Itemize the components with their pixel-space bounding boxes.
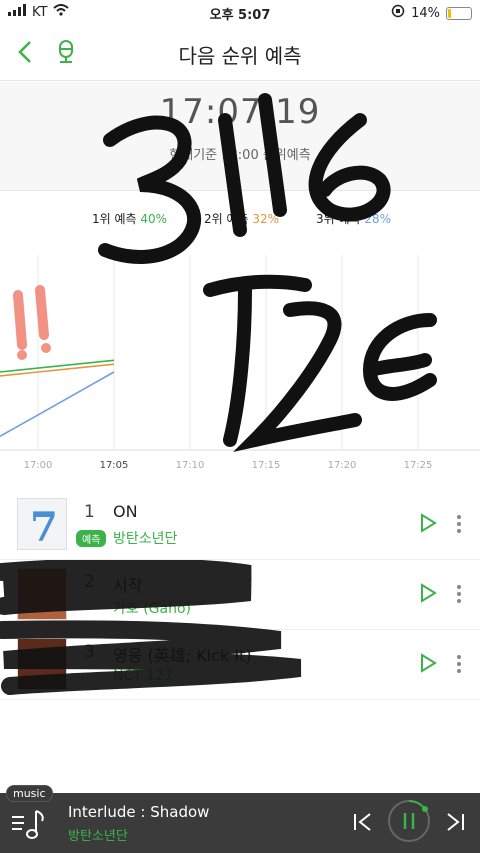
player-artist: 방탄소년단 (68, 829, 128, 844)
list-item[interactable]: 7 1 ON 예측 방탄소년단 (0, 490, 480, 560)
play-icon[interactable] (418, 512, 438, 534)
handwriting-overlay (13, 93, 437, 453)
redaction-scribble (0, 560, 302, 695)
album-cover: 7 (17, 498, 67, 551)
prediction-badge: 예측 (76, 530, 107, 547)
handwritten-letters (203, 274, 437, 453)
music-note-icon[interactable] (10, 803, 50, 843)
handwritten-number (98, 93, 391, 264)
page-title: 다음 순위 예측 (178, 44, 302, 68)
status-right: 14% (391, 4, 472, 22)
nav-bar: 다음 순위 예측 (0, 24, 480, 81)
svg-text:7: 7 (30, 504, 58, 549)
song-title: ON (113, 502, 138, 521)
exclamation-marks (13, 285, 51, 360)
music-tag: music (6, 785, 53, 802)
pause-icon[interactable] (387, 799, 431, 843)
player-title: Interlude : Shadow (68, 803, 210, 821)
status-bar: KT 오후 5:07 14% (0, 0, 480, 24)
artist-name: 방탄소년단 (113, 531, 178, 547)
rank-number: 1 (84, 502, 95, 522)
next-icon[interactable] (444, 811, 466, 833)
battery-percent: 14% (411, 5, 440, 21)
more-icon[interactable] (456, 514, 462, 534)
orientation-lock-icon (391, 4, 405, 22)
mini-player[interactable]: music Interlude : Shadow 방탄소년단 (0, 785, 480, 853)
previous-icon[interactable] (352, 811, 374, 833)
battery-icon (446, 6, 472, 20)
